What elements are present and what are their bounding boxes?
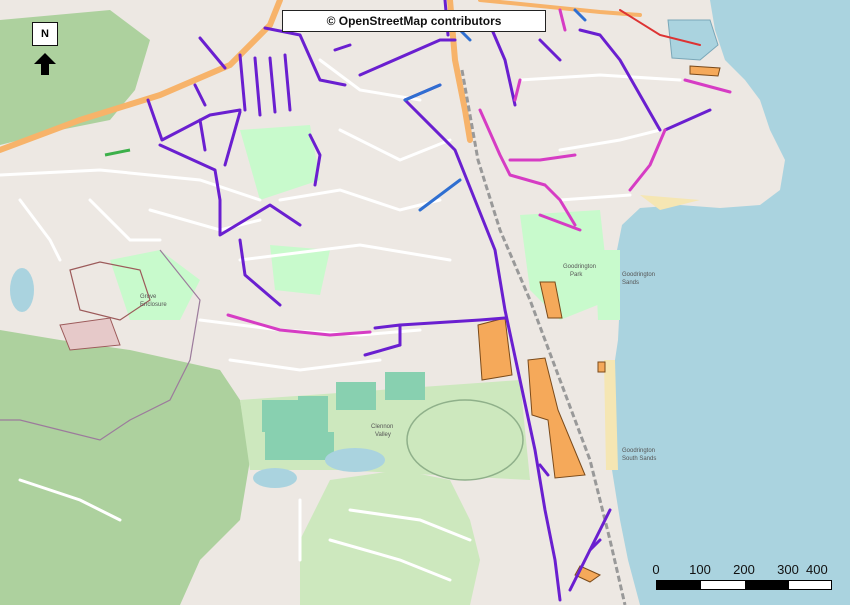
north-arrow-icon [34,53,56,75]
svg-text:South Sands: South Sands [622,456,656,462]
scale-label-300: 300 [777,562,799,577]
pitch-1 [262,400,300,432]
scale-seg-1 [657,581,701,589]
svg-text:Goodrington: Goodrington [563,264,596,270]
area-6 [597,361,606,373]
svg-text:Goodrington: Goodrington [622,448,655,454]
pitch-3 [336,382,376,410]
running-track [406,399,524,481]
north-label: N [32,22,58,46]
svg-text:Clennon: Clennon [371,424,393,430]
scale-bar-track [656,580,832,590]
map-view[interactable]: Clennon Valley Goodrington Sands Goodrin… [0,0,850,605]
scale-label-100: 100 [689,562,711,577]
youngs-park [595,250,620,320]
svg-text:Enclosure: Enclosure [140,302,167,308]
lake-west [10,268,34,312]
svg-text:Grove: Grove [140,294,157,300]
scale-seg-3 [745,581,789,589]
north-arrow-widget: N [32,22,58,78]
attribution-label: © OpenStreetMap contributors [282,10,546,32]
lake-2 [253,468,297,488]
svg-text:Goodrington: Goodrington [622,272,655,278]
wood-south [300,470,480,605]
pitch-5 [265,432,301,460]
scale-label-200: 200 [733,562,755,577]
pitch-2 [298,396,328,432]
scale-label-0: 0 [652,562,660,577]
svg-text:Park: Park [570,272,583,278]
lake-1 [325,448,385,472]
svg-text:Valley: Valley [375,432,391,438]
scale-bar: 0 100 200 300 400 m [648,560,848,600]
pitch-4 [385,372,425,400]
area-4 [689,65,721,77]
svg-text:Sands: Sands [622,280,639,286]
map-canvas: Clennon Valley Goodrington Sands Goodrin… [0,0,850,605]
